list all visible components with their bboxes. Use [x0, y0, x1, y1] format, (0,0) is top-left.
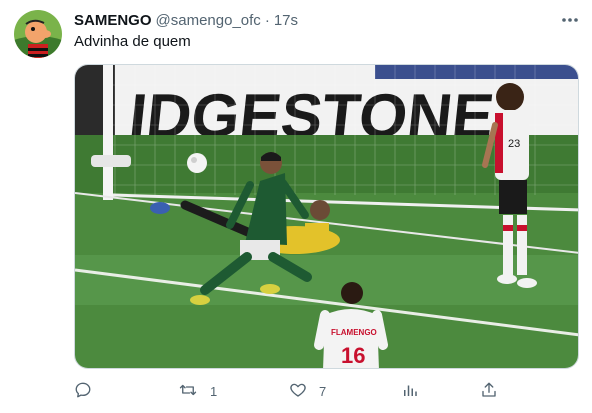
tweet-media-photo[interactable]: IDGESTONE 23 FLAMENGO 16: [74, 64, 579, 369]
views-button[interactable]: [401, 380, 419, 402]
separator-dot: ·: [264, 11, 270, 29]
views-icon: [401, 381, 419, 402]
share-icon: [480, 381, 498, 402]
more-icon[interactable]: [556, 10, 584, 30]
tweet-header: SAMENGO @samengo_ofc · 17s: [74, 10, 298, 30]
tweet: SAMENGO @samengo_ofc · 17s Advinha de qu…: [0, 0, 592, 413]
like-button[interactable]: 7: [289, 380, 326, 402]
player-jersey-name: FLAMENGO: [331, 328, 377, 337]
reply-button[interactable]: [74, 380, 104, 402]
display-name[interactable]: SAMENGO: [74, 12, 152, 29]
retweet-button[interactable]: 1: [178, 380, 217, 402]
avatar[interactable]: [14, 10, 62, 58]
tweet-text: Advinha de quem: [74, 33, 191, 50]
retweet-icon: [178, 381, 198, 402]
player-jersey-number: 16: [341, 343, 365, 368]
like-icon: [289, 381, 307, 402]
user-handle[interactable]: @samengo_ofc: [156, 12, 261, 29]
share-button[interactable]: [480, 380, 498, 402]
like-count: 7: [319, 383, 327, 399]
defender-number: 23: [508, 138, 520, 150]
timestamp[interactable]: 17s: [274, 12, 298, 29]
tweet-actions: 1 7: [74, 380, 504, 402]
reply-icon: [74, 381, 92, 402]
retweet-count: 1: [210, 383, 218, 399]
